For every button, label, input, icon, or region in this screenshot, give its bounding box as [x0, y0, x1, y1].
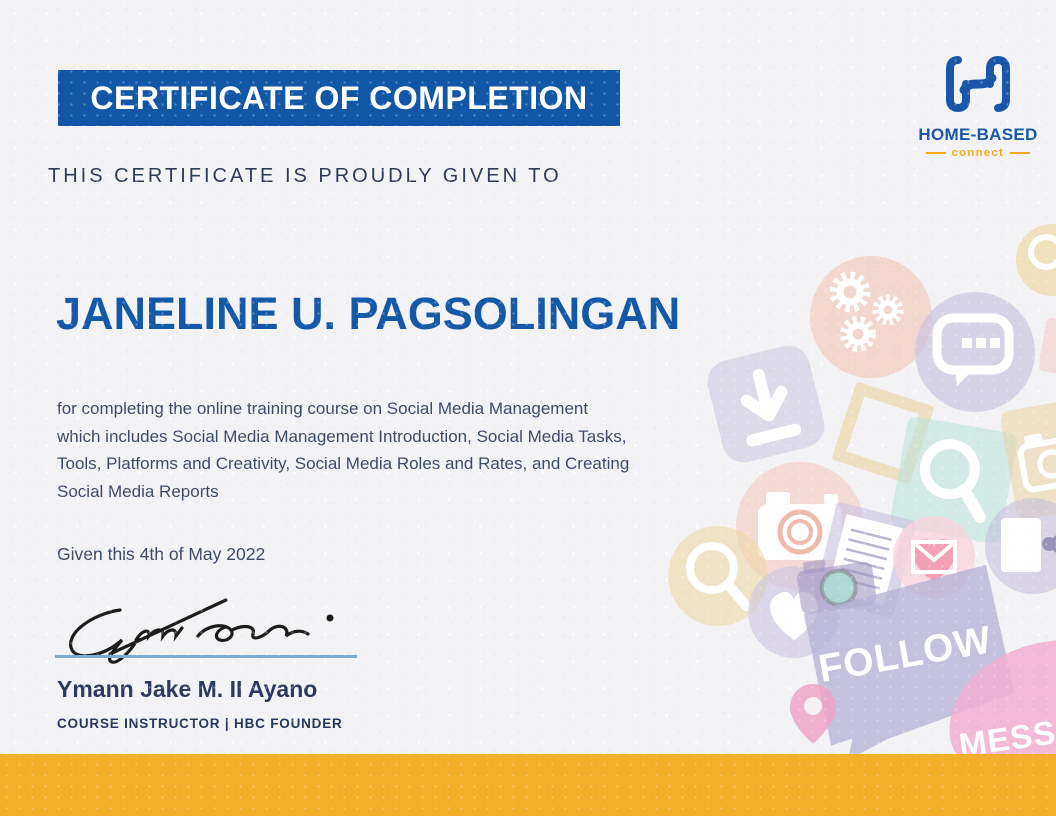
brand-subtitle-row: connect — [908, 147, 1048, 159]
recipient-name: JANELINE U. PAGSOLINGAN — [56, 288, 681, 339]
certificate-page: FOLLOW MESSAGE CERTIFICATE OF COMPLETION — [0, 0, 1056, 816]
certificate-title-banner: CERTIFICATE OF COMPLETION — [58, 70, 620, 126]
date-line: Given this 4th of May 2022 — [57, 544, 266, 564]
signatory-title: COURSE INSTRUCTOR | HBC FOUNDER — [57, 716, 343, 731]
footer-accent-bar — [0, 754, 1056, 816]
brand-name: HOME-BASED — [918, 125, 1038, 144]
brand-logo: HOME-BASED connect — [908, 50, 1048, 159]
certificate-title: CERTIFICATE OF COMPLETION — [90, 79, 588, 116]
home-based-connect-logo-icon — [946, 55, 1010, 113]
signature-icon — [69, 598, 334, 664]
intro-line: THIS CERTIFICATE IS PROUDLY GIVEN TO — [48, 165, 562, 187]
course-description: for completing the online training cours… — [57, 399, 630, 501]
certificate-content: CERTIFICATE OF COMPLETION HOME-BASED con… — [0, 0, 1056, 816]
divider-line — [925, 152, 946, 154]
signatory-name: Ymann Jake M. II Ayano — [57, 676, 318, 702]
signature-line — [55, 655, 357, 658]
brand-subtitle: connect — [951, 147, 1005, 159]
divider-line — [1010, 152, 1031, 154]
